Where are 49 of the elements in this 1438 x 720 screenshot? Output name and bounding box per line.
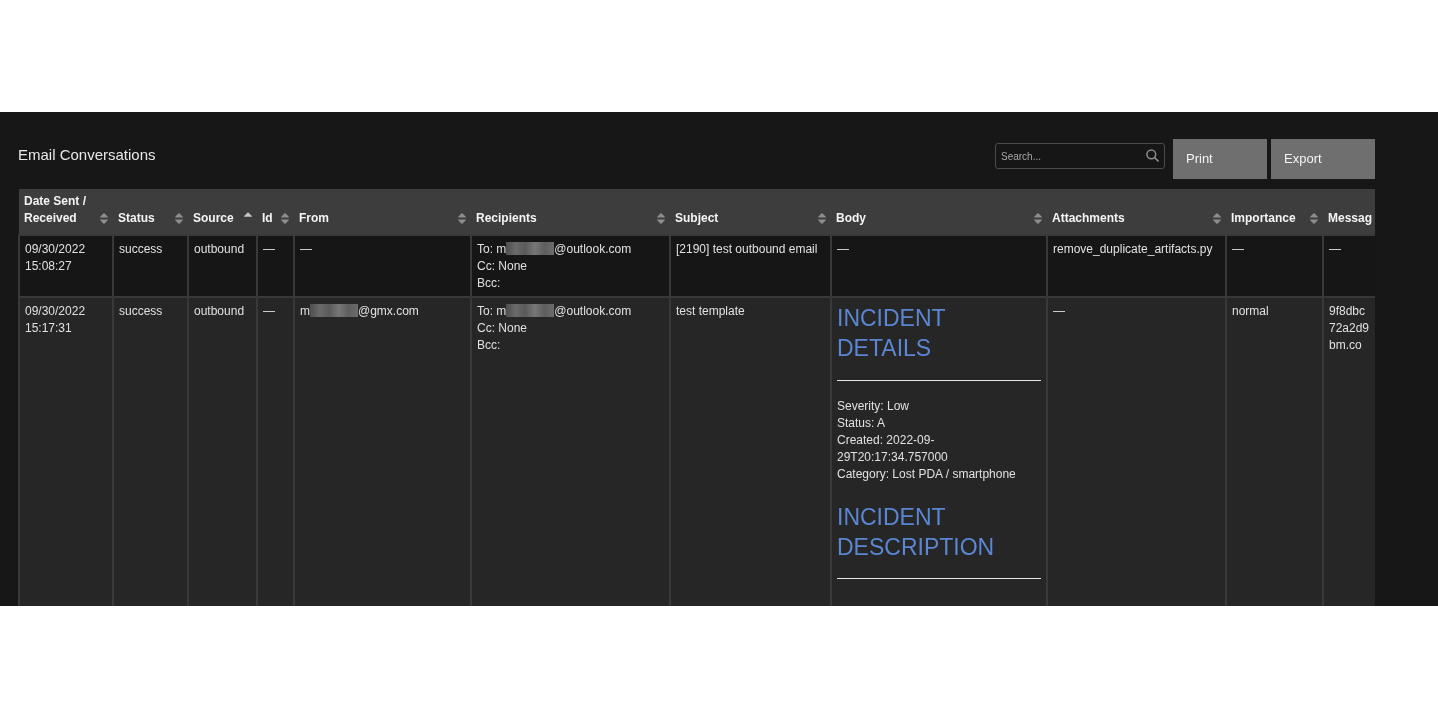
table-cell: — <box>257 235 294 297</box>
search-field[interactable]: Search... <box>995 143 1165 169</box>
column-header[interactable]: Body <box>831 189 1047 235</box>
table-cell: normal <box>1226 297 1323 606</box>
table-cell: [2190] test outbound email <box>670 235 831 297</box>
table-cell: — <box>831 235 1047 297</box>
table-cell: 09/30/2022 15:17:31 <box>19 297 113 606</box>
cell-text-line: 72a2d9 <box>1329 320 1371 337</box>
table-cell: 09/30/2022 15:08:27 <box>19 235 113 297</box>
column-header[interactable]: Importance <box>1226 189 1323 235</box>
table-cell: outbound <box>188 235 257 297</box>
column-header[interactable]: Source <box>188 189 257 235</box>
column-header[interactable]: Subject <box>670 189 831 235</box>
table-cell: outbound <box>188 297 257 606</box>
body-heading: INCIDENT DETAILS <box>837 304 947 363</box>
table-cell: remove_duplicate_artifacts.py <box>1047 235 1226 297</box>
recipient-line: Bcc: <box>477 275 502 292</box>
print-button[interactable]: Print <box>1173 139 1267 179</box>
table-cell: success <box>113 297 188 606</box>
table-cell: — <box>1226 235 1323 297</box>
column-header[interactable]: Date Sent / Received <box>19 189 113 235</box>
column-header[interactable]: Attachments <box>1047 189 1226 235</box>
table-cell: success <box>113 235 188 297</box>
email-address: m @gmx.com <box>300 303 420 320</box>
body-text-line: Created: 2022-09-29T20:17:34.757000 <box>837 432 949 466</box>
table-cell: test template <box>670 297 831 606</box>
column-header[interactable]: From <box>294 189 471 235</box>
table-cell: — <box>294 235 471 297</box>
panel-title: Email Conversations <box>18 145 156 165</box>
table-cell: — <box>1323 235 1375 297</box>
column-header[interactable]: Status <box>113 189 188 235</box>
recipient-line: Cc: None <box>477 258 529 275</box>
recipient-line: To: m @outlook.com <box>477 303 633 320</box>
table-cell: — <box>1047 297 1226 606</box>
body-text-line: Severity: Low <box>837 398 911 415</box>
body-text-line: Category: Lost PDA / smartphone <box>837 466 1017 483</box>
recipient-line: Bcc: <box>477 337 502 354</box>
column-header[interactable]: Recipients <box>471 189 670 235</box>
body-text-line: Status: A <box>837 415 887 432</box>
recipient-line: To: m @outlook.com <box>477 241 633 258</box>
column-header[interactable]: Messag <box>1323 189 1375 235</box>
column-header[interactable]: Id <box>257 189 294 235</box>
search-icon <box>1146 149 1159 162</box>
body-heading: INCIDENT DESCRIPTION <box>837 503 996 562</box>
recipient-line: Cc: None <box>477 320 529 337</box>
export-button[interactable]: Export <box>1271 139 1375 179</box>
cell-text-line: bm.co <box>1329 337 1363 354</box>
cell-text-line: 9f8dbc <box>1329 303 1367 320</box>
table-cell: — <box>257 297 294 606</box>
